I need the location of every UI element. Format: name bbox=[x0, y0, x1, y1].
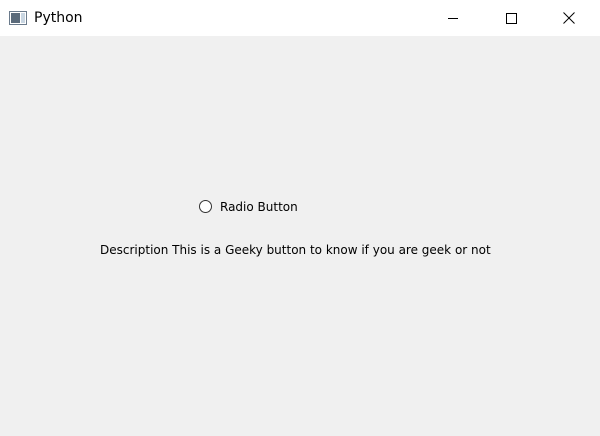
app-icon bbox=[9, 10, 27, 25]
radio-indicator[interactable] bbox=[199, 200, 212, 213]
minimize-icon bbox=[447, 9, 459, 28]
close-icon bbox=[563, 9, 575, 28]
minimize-button[interactable] bbox=[430, 0, 476, 36]
window-title: Python bbox=[34, 10, 83, 26]
description-label: Description This is a Geeky button to kn… bbox=[100, 243, 491, 257]
app-window: Python Radio Button Description This is … bbox=[0, 0, 600, 436]
radio-button[interactable]: Radio Button bbox=[199, 198, 298, 215]
maximize-button[interactable] bbox=[488, 0, 534, 36]
maximize-icon bbox=[505, 9, 517, 28]
title-bar[interactable]: Python bbox=[0, 0, 600, 36]
close-button[interactable] bbox=[546, 0, 592, 36]
radio-button-label[interactable]: Radio Button bbox=[220, 200, 298, 214]
